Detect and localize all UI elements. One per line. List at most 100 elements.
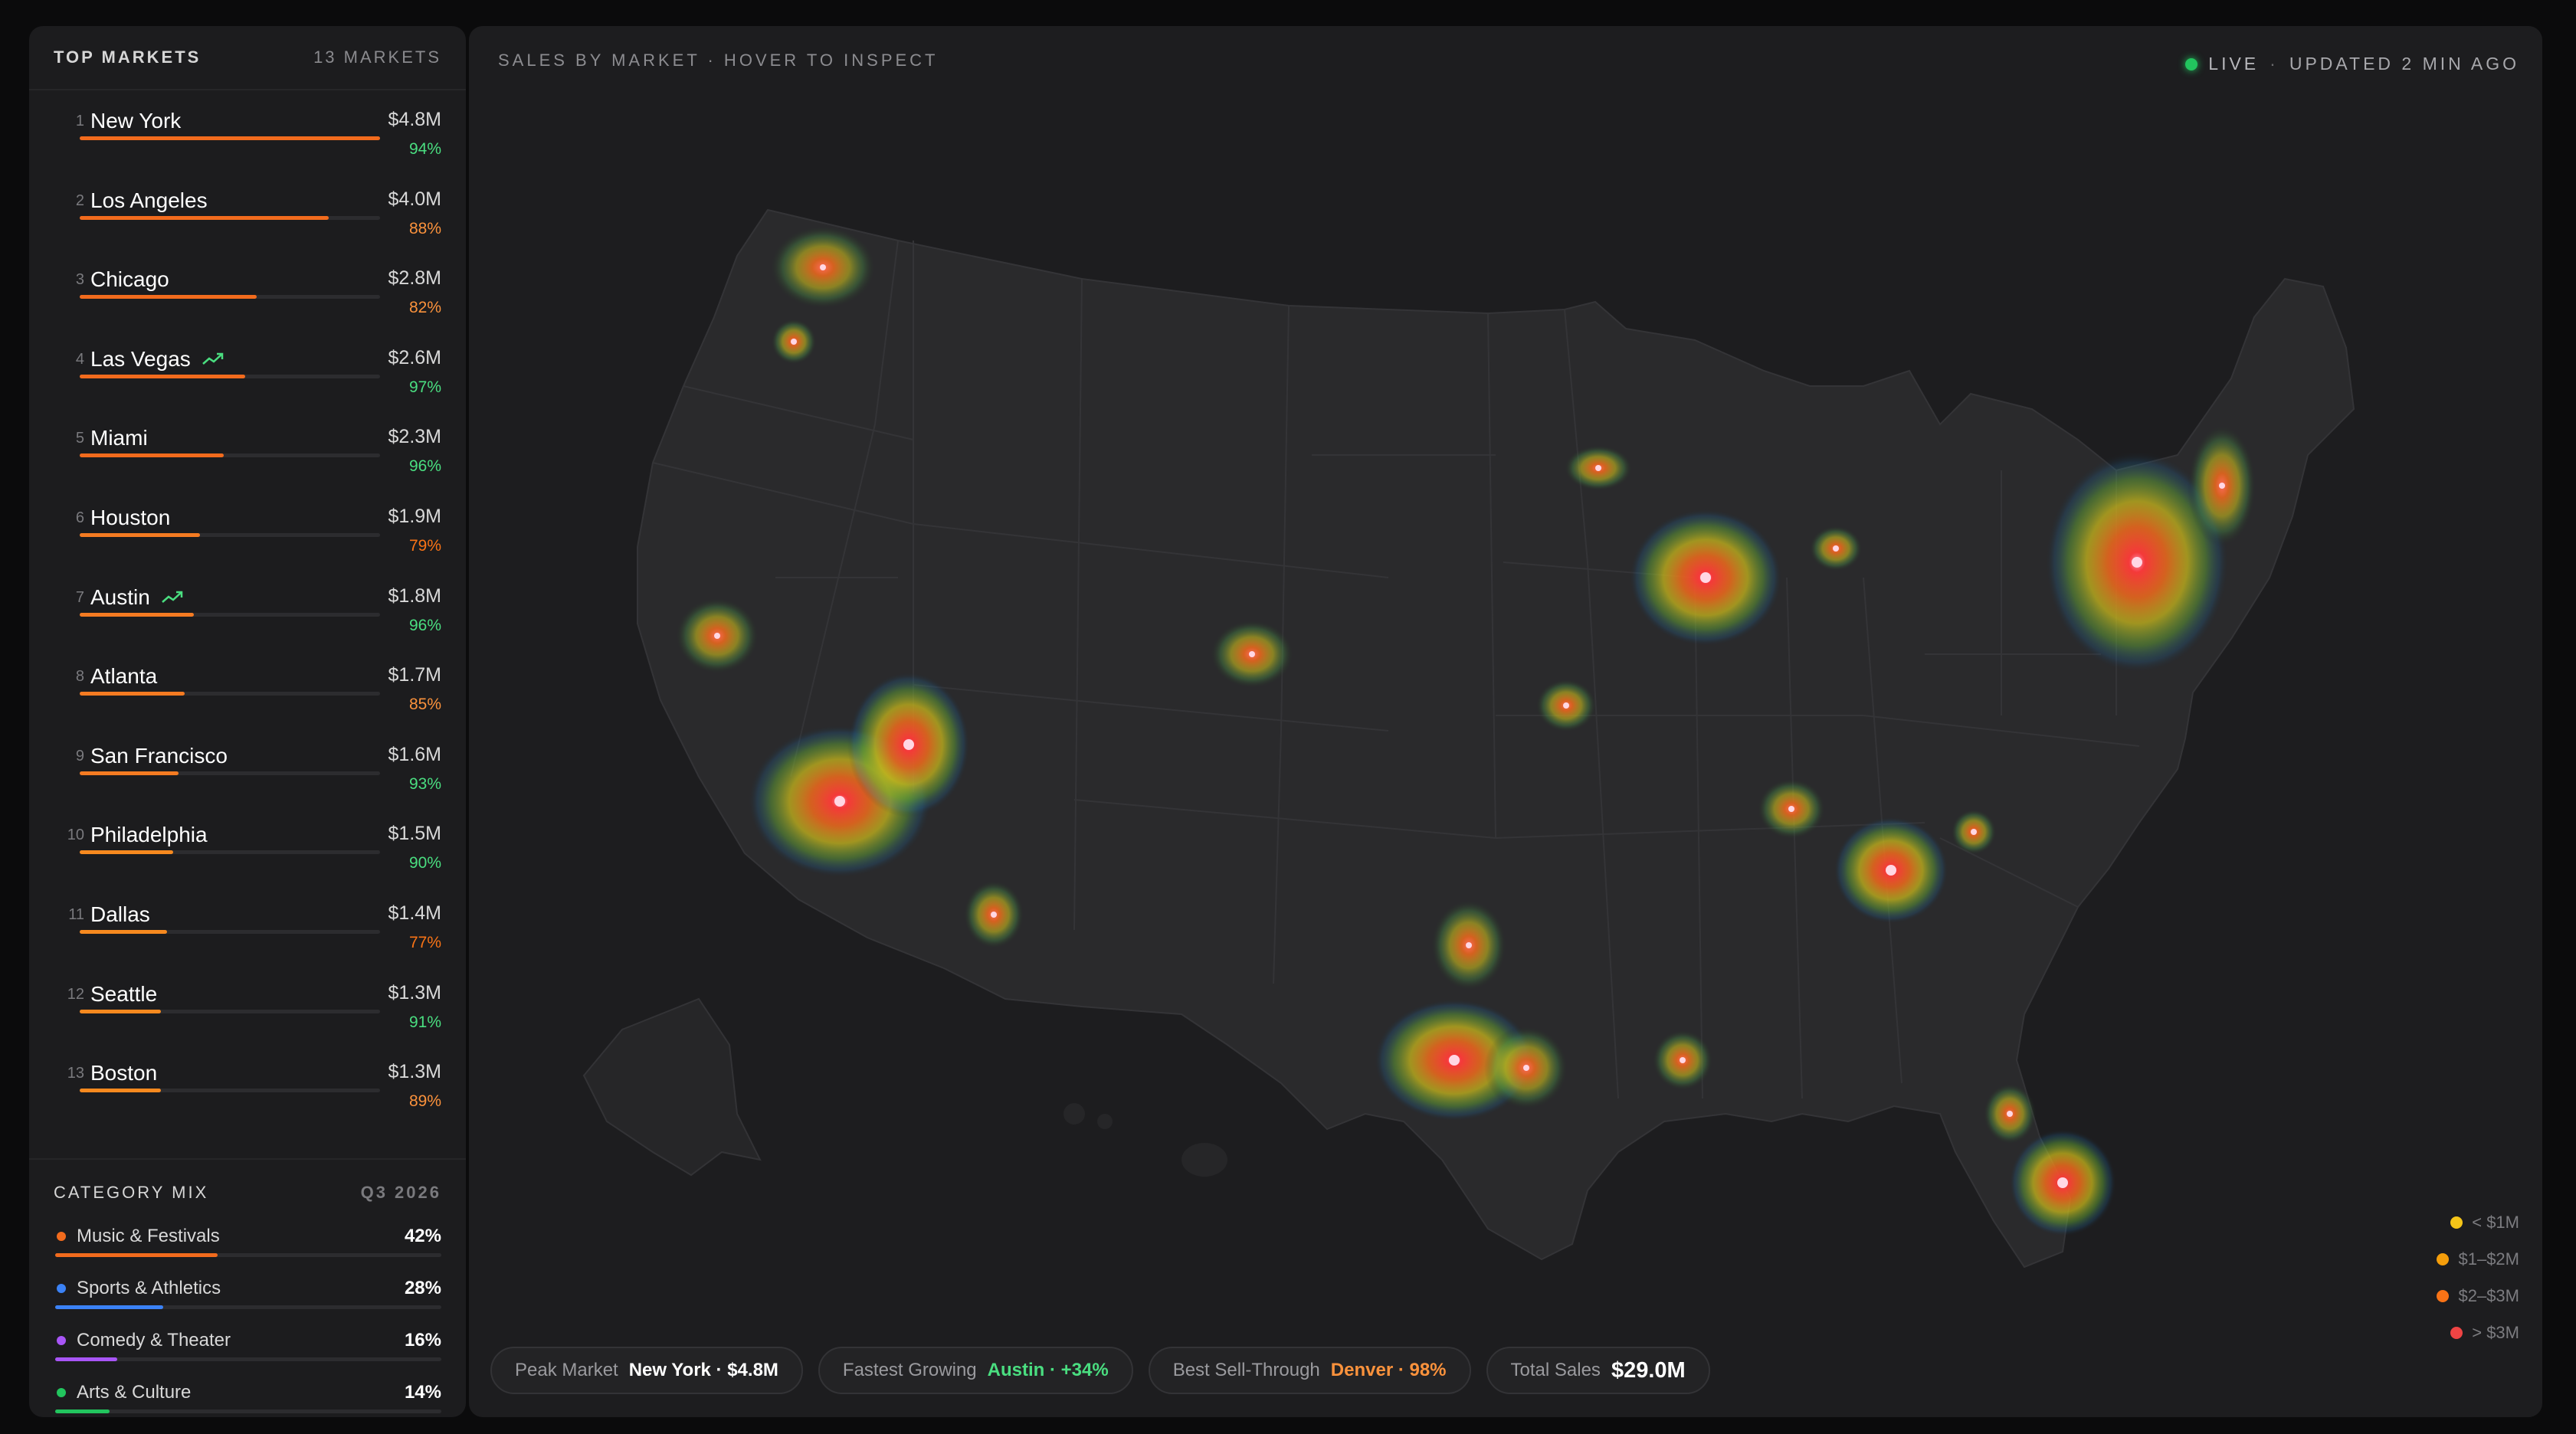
market-point	[991, 912, 997, 918]
market-share-bar	[80, 532, 380, 537]
market-row[interactable]: 12 Seattle $1.3M 91%	[54, 964, 441, 1043]
market-row[interactable]: 6 Houston $1.9M 79%	[54, 487, 441, 567]
market-sales-value: $4.0M	[388, 188, 441, 210]
market-row[interactable]: 8 Atlanta $1.7M 85%	[54, 646, 441, 725]
market-rank: 9	[75, 747, 84, 764]
market-share-fill	[80, 374, 245, 378]
legend-label: > $3M	[2472, 1323, 2519, 1342]
market-sell-through: 96%	[408, 457, 441, 476]
map-legend: < $1M $1–$2M $2–$3M > $3M	[2437, 1204, 2519, 1351]
markets-count: 13 MARKETS	[313, 47, 441, 67]
market-row[interactable]: 11 Dallas $1.4M 77%	[54, 884, 441, 964]
trending-up-icon	[161, 590, 184, 605]
market-rank: 3	[75, 271, 84, 289]
market-name: Austin	[90, 585, 184, 610]
market-name: Las Vegas	[90, 347, 224, 372]
category-row[interactable]: Comedy & Theater 16%	[54, 1327, 441, 1379]
market-sales-value: $2.8M	[388, 267, 441, 290]
market-sales-value: $1.9M	[388, 505, 441, 527]
market-rank: 12	[67, 985, 84, 1003]
fastest-growing-pill[interactable]: Fastest Growing Austin · +34%	[818, 1347, 1133, 1394]
best-sell-through-value: Denver · 98%	[1330, 1360, 1447, 1380]
market-sell-through: 89%	[408, 1092, 441, 1111]
market-sales-value: $1.3M	[388, 1061, 441, 1083]
market-name-text: Chicago	[90, 267, 169, 292]
market-name: Boston	[90, 1061, 157, 1085]
total-sales-pill[interactable]: Total Sales $29.0M	[1486, 1347, 1710, 1394]
market-share-bar	[80, 929, 380, 934]
category-row[interactable]: Arts & Culture 14%	[54, 1379, 441, 1417]
market-share-bar	[80, 771, 380, 775]
market-share-fill	[80, 295, 257, 300]
market-row[interactable]: 1 New York $4.8M 94%	[54, 90, 441, 170]
market-name: San Francisco	[90, 744, 228, 768]
market-share-bar	[80, 295, 380, 300]
trending-up-icon	[202, 352, 224, 367]
market-point	[2219, 483, 2225, 489]
market-rank: 13	[67, 1065, 84, 1082]
market-point	[1523, 1065, 1529, 1071]
category-bar-fill	[55, 1357, 117, 1361]
market-share-bar	[80, 692, 380, 696]
market-sales-value: $2.3M	[388, 426, 441, 448]
market-share-fill	[80, 215, 329, 220]
sales-map[interactable]: SALES BY MARKET · HOVER TO INSPECT LIVE …	[469, 26, 2542, 1417]
category-label: Comedy & Theater	[77, 1330, 231, 1351]
best-sell-through-pill[interactable]: Best Sell-Through Denver · 98%	[1148, 1347, 1471, 1394]
category-label: Music & Festivals	[77, 1226, 220, 1246]
market-share-fill	[80, 532, 200, 537]
market-name-text: Miami	[90, 426, 148, 450]
market-share-fill	[80, 850, 173, 855]
market-sell-through: 88%	[408, 219, 441, 237]
category-row[interactable]: Sports & Athletics 28%	[54, 1275, 441, 1327]
legend-swatch-icon	[2450, 1327, 2463, 1339]
category-pct: 16%	[404, 1330, 441, 1351]
market-name: Los Angeles	[90, 188, 208, 213]
market-name-text: Boston	[90, 1061, 158, 1085]
market-rank: 2	[75, 192, 84, 209]
market-share-bar	[80, 136, 380, 140]
market-sales-value: $1.5M	[388, 823, 441, 845]
market-name: Seattle	[90, 982, 157, 1007]
market-name-text: Atlanta	[90, 664, 158, 689]
market-point	[1466, 942, 1472, 948]
market-row[interactable]: 2 Los Angeles $4.0M 88%	[54, 170, 441, 250]
market-sell-through: 77%	[408, 933, 441, 951]
market-row[interactable]: 4 Las Vegas $2.6M 97%	[54, 329, 441, 408]
market-row[interactable]: 10 Philadelphia $1.5M 90%	[54, 804, 441, 884]
market-name: Philadelphia	[90, 823, 208, 847]
market-name: Houston	[90, 506, 170, 530]
category-pct: 28%	[404, 1278, 441, 1298]
category-bar-fill	[55, 1253, 218, 1257]
fastest-growing-label: Fastest Growing	[842, 1360, 977, 1380]
category-dot-icon	[57, 1284, 66, 1293]
market-point	[1595, 465, 1601, 471]
market-share-fill	[80, 929, 167, 934]
category-bar	[55, 1409, 441, 1413]
peak-market-pill[interactable]: Peak Market New York · $4.8M	[490, 1347, 803, 1394]
market-share-bar	[80, 215, 380, 220]
legend-swatch-icon	[2450, 1216, 2463, 1229]
us-map-graphic[interactable]	[469, 26, 2542, 1417]
market-row[interactable]: 5 Miami $2.3M 96%	[54, 408, 441, 487]
market-share-fill	[80, 453, 224, 458]
market-row[interactable]: 9 San Francisco $1.6M 93%	[54, 725, 441, 805]
market-row[interactable]: 13 Boston $1.3M 89%	[54, 1043, 441, 1122]
top-markets-header: TOP MARKETS 13 MARKETS	[29, 26, 466, 90]
market-sell-through: 90%	[408, 854, 441, 873]
market-sales-value: $1.8M	[388, 584, 441, 607]
legend-swatch-icon	[2437, 1253, 2450, 1265]
category-row[interactable]: Music & Festivals 42%	[54, 1223, 441, 1275]
total-sales-value: $29.0M	[1611, 1357, 1686, 1383]
market-share-fill	[80, 692, 185, 696]
market-sell-through: 82%	[408, 299, 441, 317]
legend-label: $1–$2M	[2458, 1249, 2519, 1269]
market-point	[834, 796, 845, 807]
market-row[interactable]: 7 Austin $1.8M 96%	[54, 567, 441, 647]
market-share-bar	[80, 374, 380, 378]
category-bar	[55, 1253, 441, 1257]
category-period: Q3 2026	[360, 1183, 441, 1202]
market-row[interactable]: 3 Chicago $2.8M 82%	[54, 249, 441, 329]
category-label: Sports & Athletics	[77, 1278, 221, 1298]
peak-market-value: New York · $4.8M	[628, 1360, 778, 1380]
